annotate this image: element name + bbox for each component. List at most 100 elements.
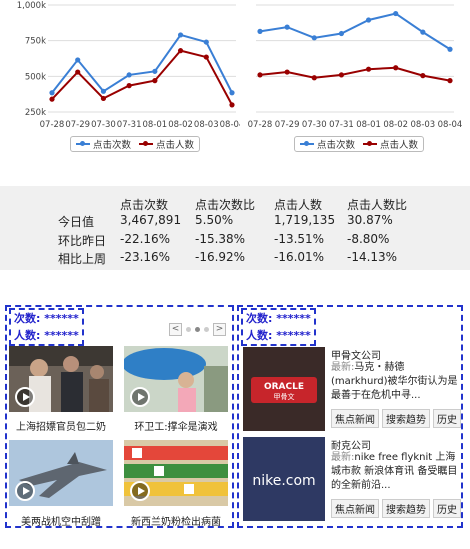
data-point [152, 78, 158, 84]
legend-label-users: 点击人数 [380, 140, 419, 151]
nike-logo-image: nike.com [243, 437, 325, 521]
latest-label: 最新: [331, 452, 355, 463]
x-tick-label: 08-01 [356, 120, 381, 130]
data-point [49, 96, 55, 102]
y-tick-label: 500k [25, 72, 46, 82]
data-point [284, 69, 290, 75]
data-point [75, 69, 81, 75]
stats-table: 点击次数 点击次数比 点击人数 点击人数比 今日值 3,467,891 5.50… [0, 186, 470, 270]
data-point [126, 83, 132, 89]
tag-focus-news[interactable]: 焦点新闻 [331, 409, 379, 428]
chart-left-legend[interactable]: 点击次数 点击人数 [70, 136, 201, 152]
legend-item-users[interactable]: 点击人数 [139, 137, 194, 151]
brand-tags: 焦点新闻 搜索趋势 历史 [331, 409, 461, 428]
brand-user-count: 人数: ****** [246, 329, 311, 342]
stats-row-vs-yesterday: 环比昨日 -22.16% -15.38% -13.51% -8.80% [0, 232, 470, 252]
x-tick-label: 08-03 [194, 120, 219, 130]
stats-row-label: 今日值 [58, 215, 95, 229]
stats-row-label: 相比上周 [58, 252, 107, 266]
brand-panel: 次数: ****** 人数: ****** ORACLE 甲骨文 甲骨文公司 最… [237, 305, 463, 528]
oracle-logo-text: ORACLE [264, 382, 304, 392]
data-point [229, 90, 235, 96]
tag-history[interactable]: 历史 [433, 499, 461, 518]
brand-latest[interactable]: 最新:nike free flyknit 上海城市款 新浪体育讯 备受瞩目的全新… [331, 451, 459, 493]
video-caption[interactable]: 美两战机空中刮蹭 [6, 513, 116, 528]
oracle-logo[interactable]: ORACLE 甲骨文 [243, 347, 325, 431]
brand-item-nike: nike.com 耐克公司 最新:nike free flyknit 上海城市款… [243, 437, 461, 521]
nike-logo[interactable]: nike.com [243, 437, 325, 521]
tag-search-trend[interactable]: 搜索趋势 [382, 409, 430, 428]
legend-label-clicks: 点击次数 [93, 140, 132, 151]
y-tick-label: 1,000k [17, 1, 46, 11]
data-point [49, 90, 55, 96]
chart-right-legend[interactable]: 点击次数 点击人数 [294, 136, 425, 152]
legend-label-users: 点击人数 [156, 140, 195, 151]
data-point [229, 102, 235, 108]
play-icon[interactable] [15, 481, 35, 501]
video-thumbnail[interactable] [9, 346, 113, 412]
legend-swatch-clicks [76, 141, 90, 146]
pager-prev-button[interactable]: < [169, 323, 182, 336]
stats-header-users-ratio: 点击人数比 [347, 198, 408, 212]
stats-cell: 5.50% [195, 213, 234, 227]
stats-cell: -22.16% [120, 232, 171, 246]
pager-dot[interactable] [186, 327, 191, 332]
stats-cell: 3,467,891 [120, 213, 182, 227]
x-tick-label: 07-31 [117, 120, 142, 130]
data-point [152, 68, 158, 74]
data-point [257, 28, 263, 34]
data-point [447, 46, 453, 52]
data-point [126, 72, 132, 78]
video-thumbnail[interactable] [124, 346, 228, 412]
data-point [203, 54, 209, 60]
video-thumbnail[interactable] [9, 440, 113, 506]
stats-header-clicks-ratio: 点击次数比 [195, 198, 256, 212]
video-panel: 次数: ****** 人数: ****** < > 上海招嫖官员包二奶 环卫工:… [5, 305, 234, 528]
chart-right-svg: 07-28 07-29 07-30 07-31 08-01 08-02 08-03 08-04 [248, 4, 462, 130]
tag-focus-news[interactable]: 焦点新闻 [331, 499, 379, 518]
line-chart-right: 07-28 07-29 07-30 07-31 08-01 08-02 08-03 08-04… [246, 0, 466, 152]
legend-swatch-clicks [300, 141, 314, 146]
x-tick-label: 07-30 [91, 120, 116, 130]
pager-dot-active[interactable] [195, 327, 200, 332]
pager-dot[interactable] [204, 327, 209, 332]
data-point [393, 65, 399, 71]
video-pager: < > [169, 323, 226, 336]
brand-name[interactable]: 耐克公司 [331, 437, 371, 452]
legend-item-users[interactable]: 点击人数 [363, 137, 418, 151]
legend-swatch-users [139, 141, 154, 146]
tag-history[interactable]: 历史 [433, 409, 461, 428]
brand-name[interactable]: 甲骨文公司 [331, 347, 381, 362]
brand-latest[interactable]: 最新:马克・赫德(markhurd)被华尔街认为是最善于在危机中寻... [331, 361, 459, 403]
legend-item-clicks[interactable]: 点击次数 [76, 137, 131, 151]
y-tick-label: 250k [25, 108, 46, 118]
play-icon[interactable] [130, 387, 150, 407]
data-point [75, 57, 81, 63]
y-tick-label: 750k [25, 37, 46, 47]
x-tick-label: 08-02 [383, 120, 408, 130]
charts-area: 250k 500k 750k 1,000k 07-28 07-29 07-30 07-31 08… [0, 0, 470, 152]
x-tick-label: 08-03 [411, 120, 436, 130]
data-point [257, 72, 263, 78]
pager-next-button[interactable]: > [213, 323, 226, 336]
latest-label: 最新: [331, 362, 355, 373]
data-point [311, 35, 317, 41]
data-point [311, 75, 317, 81]
stats-cell: -23.16% [120, 250, 171, 264]
video-thumbnail[interactable] [124, 440, 228, 506]
data-point [203, 39, 209, 45]
tag-search-trend[interactable]: 搜索趋势 [382, 499, 430, 518]
play-icon[interactable] [15, 387, 35, 407]
legend-item-clicks[interactable]: 点击次数 [300, 137, 355, 151]
video-caption[interactable]: 上海招嫖官员包二奶 [6, 418, 116, 433]
video-user-count: 人数: ****** [14, 329, 79, 342]
stats-cell: -14.13% [347, 250, 398, 264]
video-click-count: 次数: ****** [14, 312, 79, 325]
x-tick-label: 08-01 [143, 120, 168, 130]
play-icon[interactable] [130, 481, 150, 501]
stats-cell: -15.38% [195, 232, 246, 246]
video-caption[interactable]: 新西兰奶粉检出病菌 [121, 513, 231, 528]
data-point [100, 88, 107, 94]
data-point [447, 78, 453, 84]
video-caption[interactable]: 环卫工:撑伞是演戏 [121, 418, 231, 433]
